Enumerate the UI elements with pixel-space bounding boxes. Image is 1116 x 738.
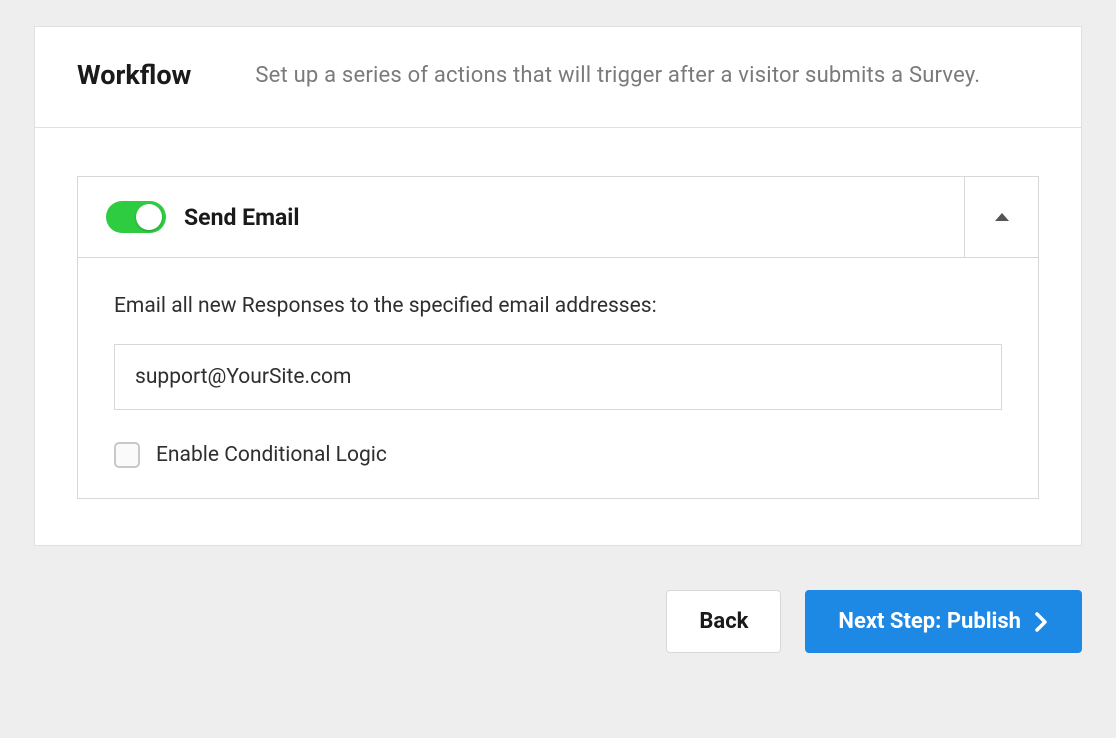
- conditional-logic-label: Enable Conditional Logic: [156, 443, 387, 467]
- back-button-label: Back: [699, 609, 748, 634]
- next-step-label: Next Step: Publish: [838, 609, 1021, 634]
- panel-header-left: Send Email: [78, 177, 964, 257]
- back-button[interactable]: Back: [666, 590, 781, 653]
- panel-title: Send Email: [184, 204, 299, 231]
- action-bar: Back Next Step: Publish: [34, 590, 1082, 653]
- send-email-toggle[interactable]: [106, 201, 166, 233]
- collapse-button[interactable]: [964, 177, 1038, 257]
- panel-header: Send Email: [78, 177, 1038, 258]
- conditional-logic-row: Enable Conditional Logic: [114, 442, 1002, 468]
- card-header: Workflow Set up a series of actions that…: [35, 27, 1081, 128]
- caret-up-icon: [995, 213, 1009, 221]
- chevron-right-icon: [1035, 612, 1049, 632]
- send-email-panel: Send Email Email all new Responses to th…: [77, 176, 1039, 499]
- card-body: Send Email Email all new Responses to th…: [35, 128, 1081, 545]
- toggle-knob: [136, 204, 162, 230]
- workflow-card: Workflow Set up a series of actions that…: [34, 26, 1082, 546]
- page-title: Workflow: [77, 59, 191, 91]
- page-description: Set up a series of actions that will tri…: [255, 63, 980, 88]
- email-addresses-input[interactable]: [114, 344, 1002, 410]
- conditional-logic-checkbox[interactable]: [114, 442, 140, 468]
- next-step-button[interactable]: Next Step: Publish: [805, 590, 1082, 653]
- panel-body: Email all new Responses to the specified…: [78, 258, 1038, 498]
- email-instruction-label: Email all new Responses to the specified…: [114, 294, 1002, 318]
